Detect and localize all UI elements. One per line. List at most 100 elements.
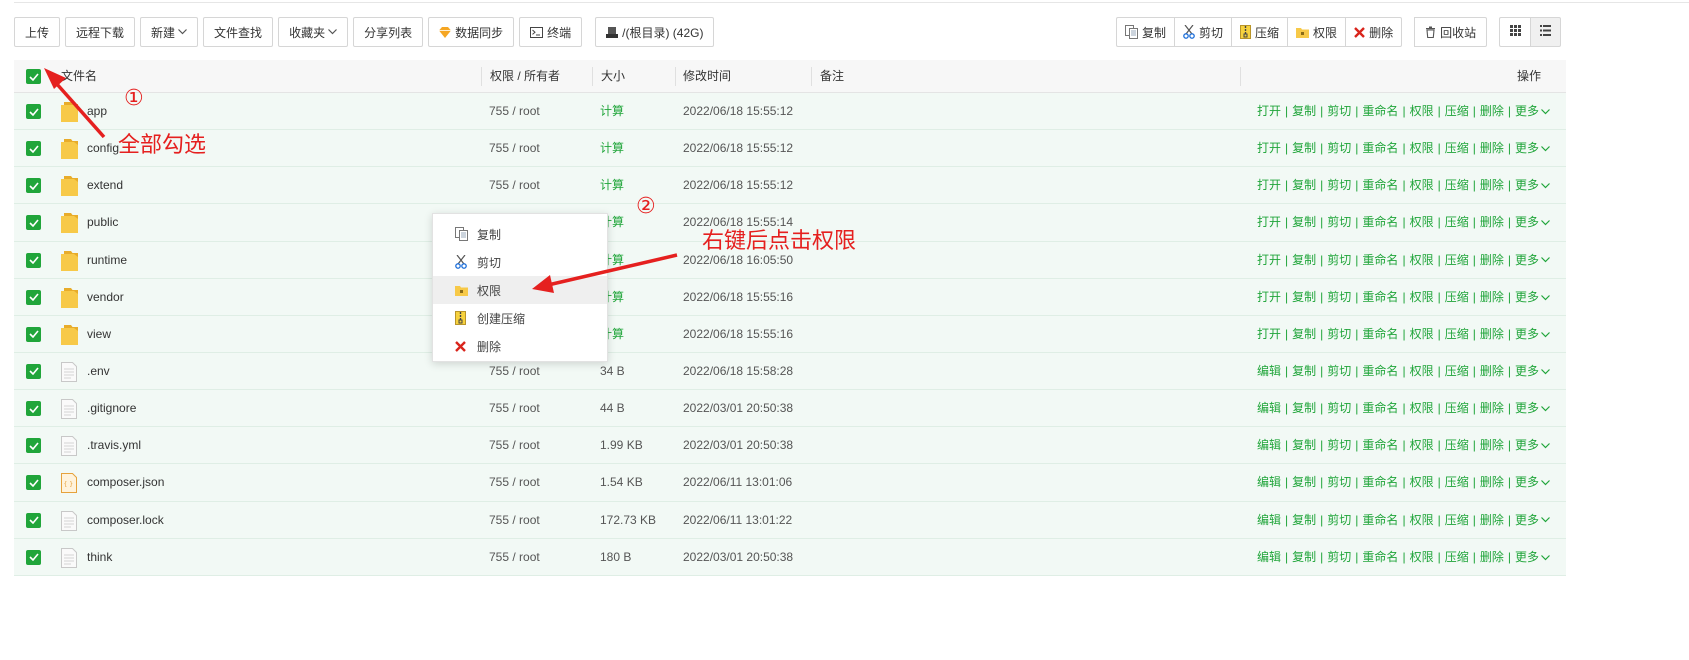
calculate-size-link[interactable]: 计算 — [600, 130, 624, 167]
action-open-link[interactable]: 打开 — [1257, 253, 1281, 267]
action-compress-link[interactable]: 压缩 — [1445, 475, 1469, 489]
row-checkbox[interactable] — [26, 549, 41, 565]
action-permission-link[interactable]: 权限 — [1410, 401, 1434, 415]
action-more-link[interactable]: 更多 — [1515, 253, 1539, 267]
select-all-checkbox[interactable] — [26, 69, 41, 84]
action-more-link[interactable]: 更多 — [1515, 104, 1539, 118]
action-more-link[interactable]: 更多 — [1515, 550, 1539, 564]
action-edit-link[interactable]: 编辑 — [1257, 364, 1281, 378]
file-name-link[interactable]: .gitignore — [87, 390, 136, 427]
action-rename-link[interactable]: 重命名 — [1362, 401, 1398, 415]
file-name-link[interactable]: composer.json — [87, 464, 164, 501]
action-rename-link[interactable]: 重命名 — [1362, 438, 1398, 452]
action-compress-link[interactable]: 压缩 — [1445, 178, 1469, 192]
table-row[interactable]: vendor755 / root计算2022/06/18 15:55:16打开|… — [14, 278, 1566, 316]
action-delete-link[interactable]: 删除 — [1480, 401, 1504, 415]
header-mtime[interactable]: 修改时间 — [683, 60, 731, 93]
list-view-button[interactable] — [1530, 17, 1562, 47]
batch-cut-button[interactable]: 剪切 — [1174, 17, 1232, 47]
action-more-link[interactable]: 更多 — [1515, 141, 1539, 155]
terminal-button[interactable]: 终端 — [519, 17, 583, 47]
action-copy-link[interactable]: 复制 — [1292, 364, 1316, 378]
action-more-link[interactable]: 更多 — [1515, 290, 1539, 304]
calculate-size-link[interactable]: 计算 — [600, 93, 624, 130]
permission-owner[interactable]: 755 / root — [489, 390, 540, 427]
action-open-link[interactable]: 打开 — [1257, 141, 1281, 155]
row-checkbox[interactable] — [26, 252, 41, 268]
action-cut-link[interactable]: 剪切 — [1327, 290, 1351, 304]
action-permission-link[interactable]: 权限 — [1410, 141, 1434, 155]
ctx-permission-item[interactable]: 权限 — [433, 276, 607, 304]
file-name-link[interactable]: extend — [87, 167, 123, 204]
action-open-link[interactable]: 打开 — [1257, 178, 1281, 192]
action-copy-link[interactable]: 复制 — [1292, 438, 1316, 452]
action-delete-link[interactable]: 删除 — [1480, 475, 1504, 489]
action-cut-link[interactable]: 剪切 — [1327, 253, 1351, 267]
file-name-link[interactable]: runtime — [87, 242, 127, 279]
action-copy-link[interactable]: 复制 — [1292, 104, 1316, 118]
action-copy-link[interactable]: 复制 — [1292, 253, 1316, 267]
action-copy-link[interactable]: 复制 — [1292, 290, 1316, 304]
table-row[interactable]: config 755 / root 计算 2022/06/18 15:55:12 打开 |… — [14, 130, 1566, 168]
action-more-link[interactable]: 更多 — [1515, 475, 1539, 489]
action-copy-link[interactable]: 复制 — [1292, 141, 1316, 155]
action-rename-link[interactable]: 重命名 — [1362, 104, 1398, 118]
action-delete-link[interactable]: 删除 — [1480, 327, 1504, 341]
disk-path-button[interactable]: /(根目录) (42G) — [595, 17, 715, 47]
action-compress-link[interactable]: 压缩 — [1445, 327, 1469, 341]
action-more-link[interactable]: 更多 — [1515, 364, 1539, 378]
header-size[interactable]: 大小 — [601, 60, 625, 93]
action-rename-link[interactable]: 重命名 — [1362, 550, 1398, 564]
action-more-link[interactable]: 更多 — [1515, 438, 1539, 452]
ctx-delete-item[interactable]: 删除 — [433, 332, 607, 360]
action-copy-link[interactable]: 复制 — [1292, 475, 1316, 489]
action-cut-link[interactable]: 剪切 — [1327, 550, 1351, 564]
table-row[interactable]: extend 755 / root 计算 2022/06/18 15:55:12 打开 |… — [14, 167, 1566, 205]
action-cut-link[interactable]: 剪切 — [1327, 327, 1351, 341]
row-checkbox[interactable] — [26, 215, 41, 231]
file-search-button[interactable]: 文件查找 — [203, 17, 274, 47]
permission-owner[interactable]: 755 / root — [489, 427, 540, 464]
action-copy-link[interactable]: 复制 — [1292, 550, 1316, 564]
action-delete-link[interactable]: 删除 — [1480, 438, 1504, 452]
share-list-button[interactable]: 分享列表 — [353, 17, 424, 47]
row-checkbox[interactable] — [26, 141, 41, 157]
action-rename-link[interactable]: 重命名 — [1362, 178, 1398, 192]
new-dropdown-button[interactable]: 新建 — [140, 17, 199, 47]
row-checkbox[interactable] — [26, 326, 41, 342]
file-name-link[interactable]: view — [87, 316, 111, 353]
action-permission-link[interactable]: 权限 — [1410, 215, 1434, 229]
action-open-link[interactable]: 打开 — [1257, 215, 1281, 229]
action-permission-link[interactable]: 权限 — [1410, 475, 1434, 489]
table-row[interactable]: composer.lock 755 / root 172.73 KB 2022/06/… — [14, 501, 1566, 539]
permission-owner[interactable]: 755 / root — [489, 502, 540, 539]
permission-owner[interactable]: 755 / root — [489, 539, 540, 576]
grid-view-button[interactable] — [1499, 17, 1531, 47]
calculate-size-link[interactable]: 计算 — [600, 167, 624, 204]
action-compress-link[interactable]: 压缩 — [1445, 550, 1469, 564]
batch-copy-button[interactable]: 复制 — [1116, 17, 1175, 47]
row-checkbox[interactable] — [26, 363, 41, 379]
recycle-bin-button[interactable]: 回收站 — [1414, 17, 1488, 47]
action-permission-link[interactable]: 权限 — [1410, 104, 1434, 118]
action-edit-link[interactable]: 编辑 — [1257, 438, 1281, 452]
action-cut-link[interactable]: 剪切 — [1327, 401, 1351, 415]
action-more-link[interactable]: 更多 — [1515, 513, 1539, 527]
ctx-copy-item[interactable]: 复制 — [433, 220, 607, 248]
action-edit-link[interactable]: 编辑 — [1257, 475, 1281, 489]
row-checkbox[interactable] — [26, 104, 41, 119]
table-row[interactable]: { } composer.json 755 / root 1.54 KB 2022/06… — [14, 464, 1566, 502]
upload-button[interactable]: 上传 — [14, 17, 61, 47]
table-row[interactable]: think 755 / root 180 B 2022/03/01 20:50:38 编… — [14, 538, 1566, 576]
action-rename-link[interactable]: 重命名 — [1362, 475, 1398, 489]
action-copy-link[interactable]: 复制 — [1292, 327, 1316, 341]
permission-owner[interactable]: 755 / root — [489, 130, 540, 167]
permission-owner[interactable]: 755 / root — [489, 167, 540, 204]
table-row[interactable]: .travis.yml 755 / root 1.99 KB 2022/03/01 2… — [14, 427, 1566, 465]
action-delete-link[interactable]: 删除 — [1480, 513, 1504, 527]
action-cut-link[interactable]: 剪切 — [1327, 141, 1351, 155]
action-delete-link[interactable]: 删除 — [1480, 141, 1504, 155]
action-rename-link[interactable]: 重命名 — [1362, 290, 1398, 304]
file-name-link[interactable]: config — [87, 130, 119, 167]
row-checkbox[interactable] — [26, 289, 41, 305]
